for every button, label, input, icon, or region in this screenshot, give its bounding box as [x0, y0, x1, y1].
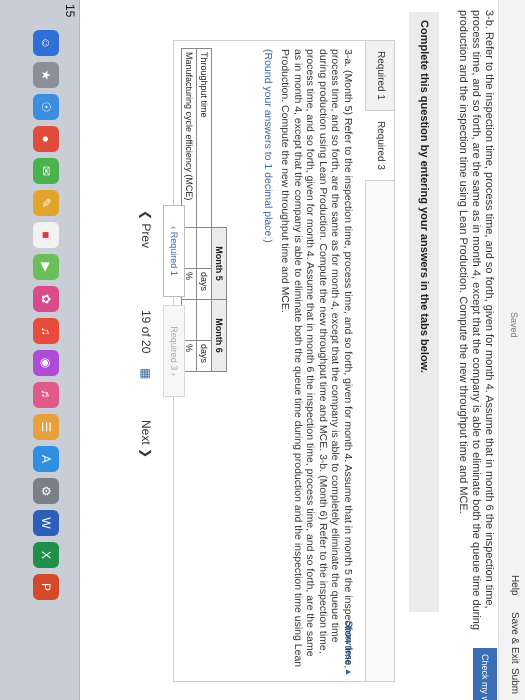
chevron-right-icon: ❯: [139, 444, 153, 459]
chrome-icon[interactable]: ●: [33, 126, 59, 152]
page-current: 19: [139, 310, 153, 324]
chevron-left-icon: ❮: [139, 210, 153, 224]
tab-required-3[interactable]: Required 3: [364, 111, 394, 181]
table-header-row: Month 5 Month 6: [211, 49, 227, 372]
prev-required-label: Required 1: [169, 231, 179, 276]
submit-button[interactable]: Subm: [509, 668, 520, 694]
next-label: Next: [139, 420, 153, 445]
check-my-work-button[interactable]: Check my work: [473, 648, 497, 700]
top-bar: Saved Help Save & Exit Subm: [498, 0, 525, 700]
photos-icon[interactable]: ✿: [33, 286, 59, 312]
messages-icon[interactable]: ✉: [33, 158, 59, 184]
prev-label: Prev: [139, 223, 153, 249]
itunes-icon[interactable]: ♬: [33, 382, 59, 408]
calendar-icon[interactable]: ■: [33, 222, 59, 248]
word-icon[interactable]: W: [33, 510, 59, 536]
safari-icon[interactable]: ☉: [33, 94, 59, 120]
books-icon[interactable]: ☰: [33, 414, 59, 440]
facetime-icon[interactable]: ▶: [33, 254, 59, 280]
grid-icon[interactable]: ▦: [139, 368, 153, 379]
notification-badge: 15: [63, 4, 77, 18]
unit-days: days: [196, 268, 212, 300]
next-required-label: Required 3: [169, 326, 179, 371]
row-label-throughput: Throughput time: [196, 48, 212, 228]
launchpad-icon[interactable]: ★: [33, 62, 59, 88]
screen: Saved Help Save & Exit Subm Check my wor…: [0, 0, 525, 700]
finder-icon[interactable]: ☺: [33, 30, 59, 56]
assignment-page: Saved Help Save & Exit Subm Check my wor…: [0, 0, 525, 700]
prev-question-button[interactable]: ❮ Prev: [139, 210, 153, 248]
question-text: 3-b. Refer to the inspection time, proce…: [457, 10, 495, 631]
column-header-month-6: Month 6: [211, 299, 227, 372]
podcasts-icon[interactable]: ◉: [33, 350, 59, 376]
prev-required-button[interactable]: ‹ Required 1: [163, 205, 185, 297]
saved-status: Saved: [509, 312, 519, 338]
chevron-right-icon: ›: [169, 370, 179, 376]
rounding-note: (Round your answers to 1 decimal place.): [262, 49, 274, 243]
notes-icon[interactable]: ✎: [33, 190, 59, 216]
music-icon[interactable]: ♫: [33, 318, 59, 344]
help-link[interactable]: Help: [509, 575, 520, 596]
table-row: Throughput time days days: [196, 48, 212, 372]
tab-required-1[interactable]: Required 1: [366, 41, 394, 111]
row-label-mce: Manufacturing cycle efficiency (MCE): [181, 48, 197, 228]
table-corner: [212, 49, 227, 228]
input-month5-throughput[interactable]: [196, 227, 212, 269]
requirement-text: 3-a. (Month 5) Refer to the inspection t…: [279, 49, 355, 669]
next-required-button[interactable]: Required 3 ›: [163, 305, 185, 397]
answer-table: Month 5 Month 6 Throughput time days day…: [181, 48, 227, 372]
page-indicator: 19 of 20: [139, 310, 153, 353]
column-header-month-5: Month 5: [211, 227, 227, 300]
unit-days: days: [196, 340, 212, 372]
app-store-icon[interactable]: A: [33, 446, 59, 472]
save-exit-button[interactable]: Save & Exit: [509, 612, 520, 664]
instruction-bar: Complete this question by entering your …: [409, 12, 439, 612]
tab-strip: Required 1 Required 3: [364, 41, 394, 681]
next-question-button[interactable]: Next ❯: [139, 420, 153, 458]
input-month6-throughput[interactable]: [196, 299, 212, 341]
page-total: of 20: [139, 326, 153, 354]
system-preferences-icon[interactable]: ⚙: [33, 478, 59, 504]
excel-icon[interactable]: X: [33, 542, 59, 568]
powerpoint-icon[interactable]: P: [33, 574, 59, 600]
mac-dock: 15 ☺ ★ ☉ ● ✉ ✎ ■ ▶ ✿ ♫ ◉ ♬ ☰ A ⚙ W X P: [0, 0, 80, 700]
